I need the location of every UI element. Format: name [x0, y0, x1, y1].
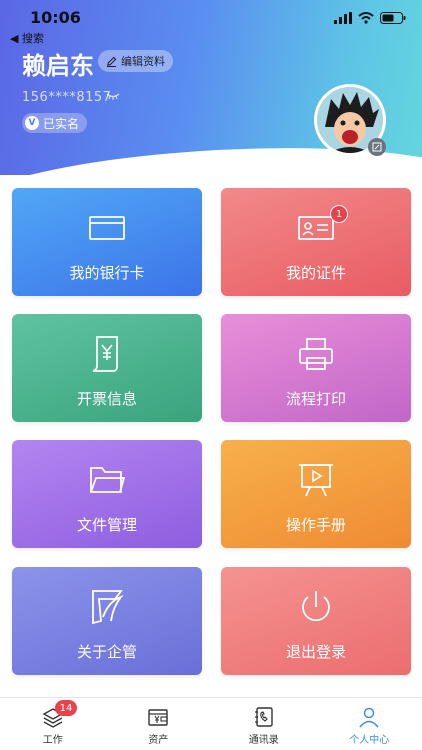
tab-assets[interactable]: 资产: [106, 698, 212, 750]
about-label: 关于企管: [76, 643, 137, 661]
logout-label: 退出登录: [285, 643, 346, 661]
tab-work[interactable]: 14 工作: [0, 698, 106, 750]
menu-grid: 我的银行卡 1 我的证件 开票信息 流程打印 文件管理 操作手册 关于企管 退出…: [0, 0, 422, 750]
tab-contacts-label: 通讯录: [248, 735, 279, 746]
process-print-tile[interactable]: 流程打印: [221, 314, 411, 422]
tab-work-label: 工作: [42, 735, 63, 746]
bank-card-label: 我的银行卡: [69, 264, 145, 282]
invoice-info-label: 开票信息: [76, 390, 137, 408]
bottom-tab-bar: 14 工作 资产 通讯录 个人中心: [0, 697, 422, 750]
printer-icon: [299, 338, 333, 370]
bank-card-tile[interactable]: 我的银行卡: [12, 188, 202, 296]
tab-contacts[interactable]: 通讯录: [211, 698, 317, 750]
tab-personal-center[interactable]: 个人中心: [317, 698, 422, 750]
person-icon: [359, 707, 379, 728]
invoice-info-tile[interactable]: 开票信息: [12, 314, 202, 422]
logout-tile[interactable]: 退出登录: [221, 567, 411, 675]
file-management-label: 文件管理: [76, 516, 137, 534]
power-icon: [302, 591, 330, 622]
folder-icon: [90, 467, 126, 493]
process-print-label: 流程打印: [285, 390, 346, 408]
bank-card-icon: [89, 216, 125, 240]
id-documents-label: 我的证件: [285, 264, 346, 282]
invoice-icon: [92, 336, 118, 372]
contacts-icon: [254, 707, 273, 727]
user-manual-tile[interactable]: 操作手册: [221, 440, 411, 548]
wallet-icon: [148, 709, 168, 726]
tab-assets-label: 资产: [148, 735, 169, 746]
user-manual-label: 操作手册: [285, 516, 346, 534]
presentation-icon: [299, 464, 333, 497]
id-documents-badge: 1: [330, 205, 348, 223]
about-tile[interactable]: 关于企管: [12, 567, 202, 675]
id-documents-tile[interactable]: 1 我的证件: [221, 188, 411, 296]
file-management-tile[interactable]: 文件管理: [12, 440, 202, 548]
company-logo-icon: [92, 590, 124, 625]
tab-personal-center-label: 个人中心: [349, 735, 390, 746]
tab-work-badge: 14: [55, 700, 77, 716]
